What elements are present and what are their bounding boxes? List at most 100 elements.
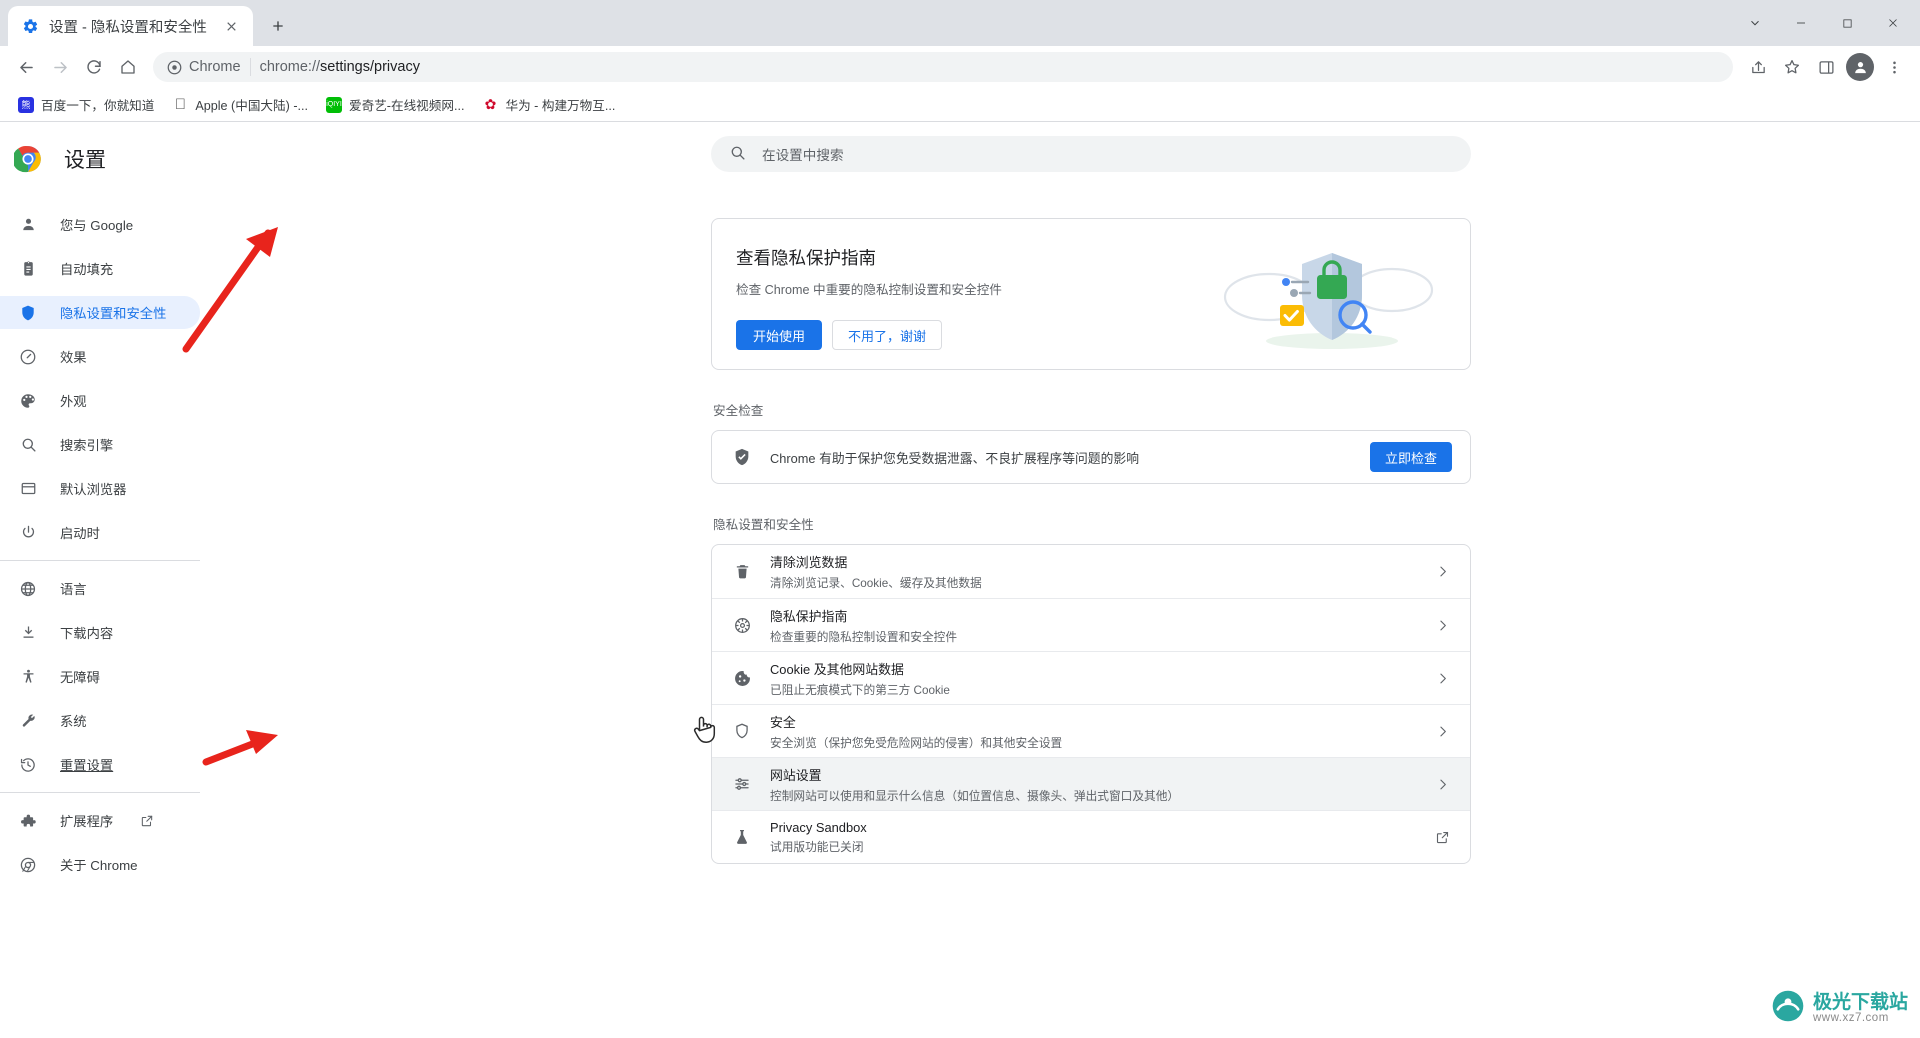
external-link-icon[interactable] (1432, 827, 1452, 847)
sidebar-item-performance[interactable]: 效果 (0, 340, 200, 373)
window-close-icon[interactable] (1870, 6, 1916, 40)
row-security[interactable]: 安全 安全浏览（保护您免受危险网站的侵害）和其他安全设置 (712, 704, 1470, 757)
globe-icon (18, 579, 38, 599)
omnibox-url[interactable]: chrome://settings/privacy (260, 59, 420, 75)
row-cookies[interactable]: Cookie 及其他网站数据 已阻止无痕模式下的第三方 Cookie (712, 651, 1470, 704)
bookmarks-bar: 熊 百度一下，你就知道  Apple (中国大陆) -... iQIYI 爱奇… (0, 88, 1920, 122)
share-icon[interactable] (1742, 51, 1774, 83)
row-subtitle: 控制网站可以使用和显示什么信息（如位置信息、摄像头、弹出式窗口及其他） (770, 789, 1180, 803)
sidebar-item-languages[interactable]: 语言 (0, 572, 200, 605)
trash-icon (732, 562, 752, 582)
side-panel-icon[interactable] (1810, 51, 1842, 83)
bookmark-item[interactable]:  Apple (中国大陆) -... (164, 91, 316, 118)
row-clear-browsing-data[interactable]: 清除浏览数据 清除浏览记录、Cookie、缓存及其他数据 (712, 545, 1470, 598)
sidebar-item-label: 下载内容 (60, 626, 114, 641)
bookmark-item[interactable]: iQIYI 爱奇艺-在线视频网... (318, 91, 472, 118)
privacy-guide-start-button[interactable]: 开始使用 (736, 320, 823, 350)
minimize-group-icon[interactable] (1732, 6, 1778, 40)
flask-icon (732, 827, 752, 847)
new-tab-button[interactable] (261, 9, 295, 43)
row-body: 安全 安全浏览（保护您免受危险网站的侵害）和其他安全设置 (770, 712, 1414, 751)
download-icon (18, 623, 38, 643)
maximize-icon[interactable] (1824, 6, 1870, 40)
safety-check-run-button[interactable]: 立即检查 (1369, 442, 1452, 472)
row-body: Cookie 及其他网站数据 已阻止无痕模式下的第三方 Cookie (770, 659, 1414, 698)
sidebar-item-search-engine[interactable]: 搜索引擎 (0, 428, 200, 461)
sidebar-item-system[interactable]: 系统 (0, 704, 200, 737)
home-icon[interactable] (112, 51, 144, 83)
sidebar-item-label: 语言 (60, 582, 87, 597)
reload-icon[interactable] (78, 51, 110, 83)
sidebar-item-reset-settings[interactable]: 重置设置 (0, 748, 200, 781)
search-input[interactable]: 在设置中搜索 (711, 136, 1471, 172)
shield-icon (732, 721, 752, 741)
shield-check-icon (732, 447, 752, 467)
search-icon (18, 435, 38, 455)
sidebar-item-on-startup[interactable]: 启动时 (0, 516, 200, 549)
chevron-right-icon[interactable] (1432, 562, 1452, 582)
row-title: 隐私保护指南 (770, 608, 848, 624)
sidebar-item-you-and-google[interactable]: 您与 Google (0, 208, 200, 241)
close-icon[interactable] (221, 16, 241, 36)
settings-page: 设置 您与 Google 自动填充 隐私设置和安全性 效果 外观 搜索引擎 默认… (0, 122, 1920, 1038)
bookmark-item[interactable]: 熊 百度一下，你就知道 (10, 91, 162, 118)
sidebar-item-about-chrome[interactable]: 关于 Chrome (0, 848, 200, 881)
row-privacy-sandbox[interactable]: Privacy Sandbox 试用版功能已关闭 (712, 810, 1470, 863)
privacy-settings-list: 清除浏览数据 清除浏览记录、Cookie、缓存及其他数据 隐私保护指南 检查重要… (711, 544, 1471, 864)
minimize-icon[interactable] (1778, 6, 1824, 40)
settings-title: 设置 (64, 149, 106, 172)
row-subtitle: 已阻止无痕模式下的第三方 Cookie (770, 683, 950, 697)
chevron-right-icon[interactable] (1432, 668, 1452, 688)
puzzle-icon (18, 811, 38, 831)
sidebar-item-appearance[interactable]: 外观 (0, 384, 200, 417)
row-body: 隐私保护指南 检查重要的隐私控制设置和安全控件 (770, 606, 1414, 645)
chevron-right-icon[interactable] (1432, 721, 1452, 741)
sidebar-item-default-browser[interactable]: 默认浏览器 (0, 472, 200, 505)
sidebar-divider (0, 792, 200, 793)
avatar[interactable] (1846, 53, 1874, 81)
row-body: Privacy Sandbox 试用版功能已关闭 (770, 820, 1414, 855)
sidebar-item-label: 您与 Google (60, 218, 134, 233)
huawei-icon: ✿ (484, 96, 497, 113)
palette-icon (18, 391, 38, 411)
forward-icon (44, 51, 76, 83)
chevron-right-icon[interactable] (1432, 774, 1452, 794)
sidebar-item-autofill[interactable]: 自动填充 (0, 252, 200, 285)
row-title: Privacy Sandbox (770, 819, 867, 835)
row-title: 安全 (770, 714, 796, 730)
settings-inner: 查看隐私保护指南 检查 Chrome 中重要的隐私控制设置和安全控件 开始使用 … (711, 172, 1471, 864)
chevron-right-icon[interactable] (1432, 615, 1452, 635)
row-site-settings[interactable]: 网站设置 控制网站可以使用和显示什么信息（如位置信息、摄像头、弹出式窗口及其他） (712, 757, 1470, 810)
row-title: Cookie 及其他网站数据 (770, 661, 904, 677)
sidebar-item-label: 系统 (60, 714, 87, 729)
three-dot-menu-icon[interactable] (1878, 51, 1910, 83)
sidebar-divider (0, 560, 200, 561)
settings-sidebar: 设置 您与 Google 自动填充 隐私设置和安全性 效果 外观 搜索引擎 默认… (0, 122, 262, 1038)
bookmark-label: Apple (中国大陆) -... (195, 99, 309, 113)
safety-check-section-title: 安全检查 (713, 404, 764, 418)
sidebar-item-label: 隐私设置和安全性 (60, 306, 167, 321)
gear-icon (22, 18, 39, 35)
sidebar-item-downloads[interactable]: 下载内容 (0, 616, 200, 649)
sidebar-item-label: 关于 Chrome (60, 858, 138, 873)
bookmark-item[interactable]: ✿ 华为 - 构建万物互... (474, 91, 623, 118)
sidebar-item-privacy-and-security[interactable]: 隐私设置和安全性 (0, 296, 200, 329)
star-icon[interactable] (1776, 51, 1808, 83)
external-link-icon (139, 813, 155, 829)
privacy-guide-dismiss-button[interactable]: 不用了，谢谢 (832, 320, 943, 350)
bookmark-label: 百度一下，你就知道 (41, 99, 155, 113)
sidebar-item-accessibility[interactable]: 无障碍 (0, 660, 200, 693)
back-icon[interactable] (10, 51, 42, 83)
row-subtitle: 检查重要的隐私控制设置和安全控件 (770, 630, 958, 644)
address-bar[interactable]: Chrome chrome://settings/privacy (153, 52, 1733, 82)
sliders-icon (732, 774, 752, 794)
search-placeholder: 在设置中搜索 (762, 148, 844, 163)
settings-brand: 设置 (0, 132, 262, 194)
speedometer-icon (18, 347, 38, 367)
browser-tab[interactable]: 设置 - 隐私设置和安全性 (8, 6, 253, 46)
row-subtitle: 安全浏览（保护您免受危险网站的侵害）和其他安全设置 (770, 736, 1063, 750)
sidebar-item-extensions[interactable]: 扩展程序 (0, 804, 200, 837)
row-privacy-guide[interactable]: 隐私保护指南 检查重要的隐私控制设置和安全控件 (712, 598, 1470, 651)
cookie-icon (732, 668, 752, 688)
row-body: 清除浏览数据 清除浏览记录、Cookie、缓存及其他数据 (770, 552, 1414, 591)
